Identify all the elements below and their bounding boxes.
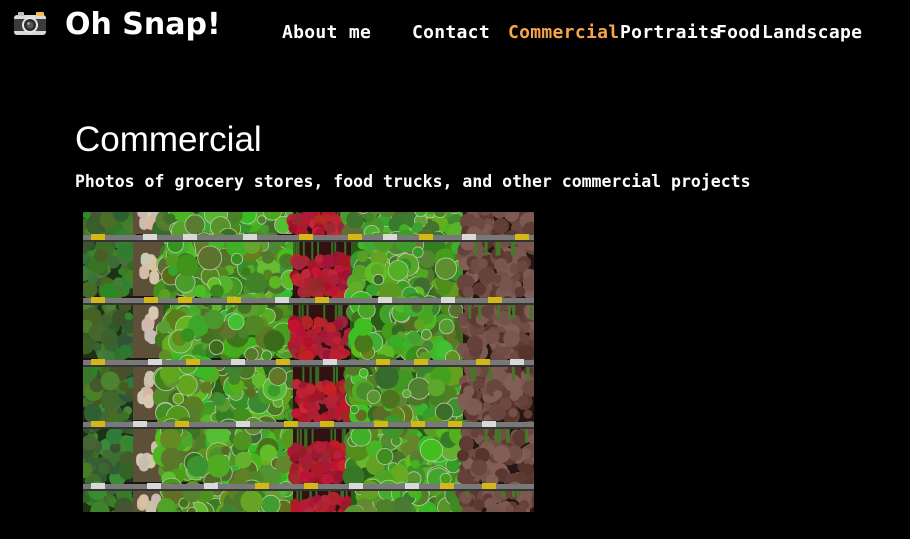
- grocery-shelves-photo: [83, 212, 534, 512]
- nav-link-commercial[interactable]: Commercial: [508, 20, 619, 46]
- section-title: Commercial: [75, 120, 262, 159]
- section-subtitle: Photos of grocery stores, food trucks, a…: [75, 172, 751, 191]
- page: Oh Snap! About me Contact Commercial Por…: [0, 0, 910, 539]
- nav-link-contact[interactable]: Contact: [412, 20, 490, 46]
- nav-link-portraits[interactable]: Portraits: [620, 20, 720, 46]
- nav-link-landscape[interactable]: Landscape: [762, 20, 862, 46]
- nav-link-about-me[interactable]: About me: [282, 20, 371, 46]
- brand-title[interactable]: Oh Snap!: [65, 5, 221, 45]
- nav-link-food[interactable]: Food: [716, 20, 761, 46]
- camera-icon: [13, 10, 47, 36]
